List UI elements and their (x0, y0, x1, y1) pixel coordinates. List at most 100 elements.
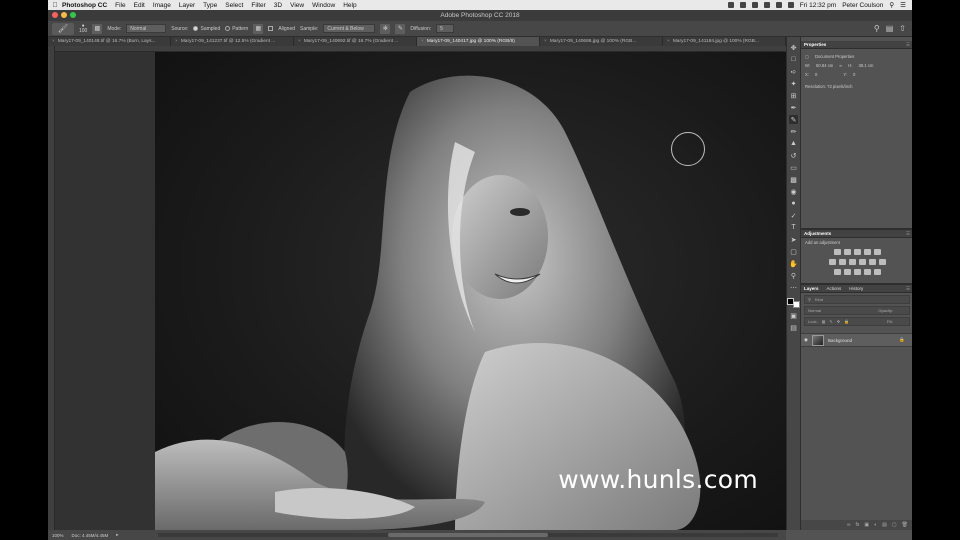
document-tab[interactable]: × Mary17-09_141184.jpg @ 100% (RGB... (663, 37, 786, 46)
blend-mode-select[interactable]: Normal (808, 307, 821, 314)
apple-icon[interactable]:  (48, 2, 62, 9)
document-tab[interactable]: × Mary17-09_140692.tif @ 16.7% (Gradient … (294, 37, 417, 46)
menubar-user[interactable]: Peter Coulson (842, 2, 883, 9)
y-value[interactable]: 0 (853, 72, 855, 77)
link-layers-icon[interactable]: ∞ (847, 522, 851, 528)
document-canvas[interactable]: www.hunls.com (55, 52, 786, 530)
horizontal-scrollbar[interactable] (158, 533, 778, 537)
eyedropper-tool-icon[interactable]: ✒ (789, 103, 798, 112)
document-tab[interactable]: × Mary17-09_140686.jpg @ 100% (RGB... (540, 37, 663, 46)
eye-icon[interactable]: ◉ (804, 337, 808, 343)
lock-pixels-icon[interactable]: ✎ (829, 318, 832, 325)
source-sampled-radio[interactable]: Sampled (193, 26, 220, 32)
menu-edit[interactable]: Edit (134, 2, 145, 9)
document-tab[interactable]: × Mary17-09_140148.tif @ 16.7% (Burn, Lay… (48, 37, 171, 46)
menu-app-name[interactable]: Photoshop CC (62, 2, 107, 9)
type-tool-icon[interactable]: T (789, 223, 798, 232)
shape-tool-icon[interactable]: ▢ (789, 247, 798, 256)
hue-saturation-icon[interactable] (828, 259, 836, 265)
new-layer-icon[interactable]: ▢ (892, 522, 897, 528)
mode-select[interactable]: Normal (126, 24, 167, 33)
close-tab-icon[interactable]: × (52, 39, 55, 44)
close-tab-icon[interactable]: × (544, 39, 547, 44)
brush-tool-icon[interactable]: ✏ (789, 127, 798, 136)
eraser-tool-icon[interactable]: ▭ (789, 163, 798, 172)
height-value[interactable]: 38.1 cm (858, 63, 873, 68)
new-group-icon[interactable]: ▤ (882, 522, 887, 528)
status-menu-icon[interactable]: ▸ (116, 532, 118, 538)
sample-select[interactable]: Current & Below (323, 24, 376, 33)
color-swatches[interactable] (787, 298, 800, 308)
posterize-icon[interactable] (843, 269, 851, 275)
color-lookup-icon[interactable] (878, 259, 886, 265)
adjustments-panel-tab[interactable]: Adjustments (804, 230, 831, 237)
photo-filter-icon[interactable] (858, 259, 866, 265)
document-tab-active[interactable]: × Mary17-09_140417.jpg @ 100% (RGB/8) (417, 37, 540, 46)
quick-mask-icon[interactable]: ▣ (789, 311, 798, 320)
brush-settings-icon[interactable]: ▩ (92, 23, 103, 34)
new-adjustment-icon[interactable]: ◐ (874, 522, 877, 528)
levels-icon[interactable] (843, 249, 851, 255)
minimize-window-button[interactable] (61, 12, 67, 18)
menu-select[interactable]: Select (225, 2, 243, 9)
close-tab-icon[interactable]: × (421, 39, 424, 44)
zoom-tool-icon[interactable]: ⚲ (789, 271, 798, 280)
menu-filter[interactable]: Filter (251, 2, 265, 9)
x-value[interactable]: 0 (815, 72, 817, 77)
quick-select-tool-icon[interactable]: ✦ (789, 79, 798, 88)
brightness-contrast-icon[interactable] (833, 249, 841, 255)
panel-menu-icon[interactable]: ☰ (906, 285, 910, 292)
status-icon[interactable] (727, 2, 734, 8)
search-icon[interactable]: ⚲ (889, 1, 894, 9)
search-icon[interactable]: ⚲ (874, 24, 880, 33)
diffusion-input[interactable]: 5 (436, 24, 455, 33)
menu-list-icon[interactable]: ☰ (900, 1, 906, 9)
wifi-icon[interactable] (763, 2, 770, 8)
channel-mixer-icon[interactable] (868, 259, 876, 265)
source-pattern-radio[interactable]: Pattern (225, 26, 248, 32)
clone-stamp-tool-icon[interactable]: ▲ (789, 139, 798, 148)
status-icon[interactable] (739, 2, 746, 8)
workspace-icon[interactable]: ▤ (886, 24, 894, 33)
more-tools-icon[interactable]: ⋯ (789, 283, 798, 292)
fx-icon[interactable]: fx (856, 522, 860, 528)
threshold-icon[interactable] (853, 269, 861, 275)
menu-type[interactable]: Type (203, 2, 217, 9)
tab-history[interactable]: History (849, 285, 863, 292)
width-value[interactable]: 50.84 cm (816, 63, 833, 68)
selective-color-icon[interactable] (873, 269, 881, 275)
tab-layers[interactable]: Layers (804, 285, 819, 292)
lock-all-icon[interactable]: 🔒 (844, 318, 849, 325)
pen-tool-icon[interactable]: ✓ (789, 211, 798, 220)
healing-brush-tool-icon[interactable]: ✎ (789, 115, 798, 124)
vibrance-icon[interactable] (873, 249, 881, 255)
menu-file[interactable]: File (115, 2, 125, 9)
background-color-swatch[interactable] (793, 301, 800, 308)
dodge-tool-icon[interactable]: ● (789, 199, 798, 208)
exposure-icon[interactable] (863, 249, 871, 255)
close-window-button[interactable] (52, 12, 58, 18)
lock-position-icon[interactable]: ✥ (837, 318, 840, 325)
battery-icon[interactable] (787, 2, 794, 8)
ignore-adjustment-layers-icon[interactable]: ✻ (380, 23, 391, 34)
foreground-color-swatch[interactable] (787, 298, 794, 305)
brush-size-picker[interactable]: ● 100 (79, 23, 87, 34)
path-select-tool-icon[interactable]: ➤ (789, 235, 798, 244)
gradient-tool-icon[interactable]: ▩ (789, 175, 798, 184)
close-tab-icon[interactable]: × (667, 39, 670, 44)
lock-icon[interactable]: 🔒 (899, 337, 905, 343)
document-tab[interactable]: × Mary17-09_141237.tif @ 12.5% (Gradient … (171, 37, 294, 46)
close-tab-icon[interactable]: × (175, 39, 178, 44)
tab-actions[interactable]: Actions (827, 285, 842, 292)
add-mask-icon[interactable]: ▣ (864, 522, 869, 528)
trash-icon[interactable]: 🗑 (902, 522, 908, 528)
share-icon[interactable]: ⇧ (899, 24, 906, 33)
lock-transparency-icon[interactable]: ▦ (822, 318, 826, 325)
curves-icon[interactable] (853, 249, 861, 255)
menu-window[interactable]: Window (312, 2, 335, 9)
scrollbar-thumb[interactable] (388, 533, 548, 537)
layer-kind-select[interactable]: Kind (815, 296, 823, 303)
menubar-clock[interactable]: Fri 12:32 pm (800, 2, 837, 9)
panel-menu-icon[interactable]: ☰ (906, 41, 910, 48)
history-brush-tool-icon[interactable]: ↺ (789, 151, 798, 160)
